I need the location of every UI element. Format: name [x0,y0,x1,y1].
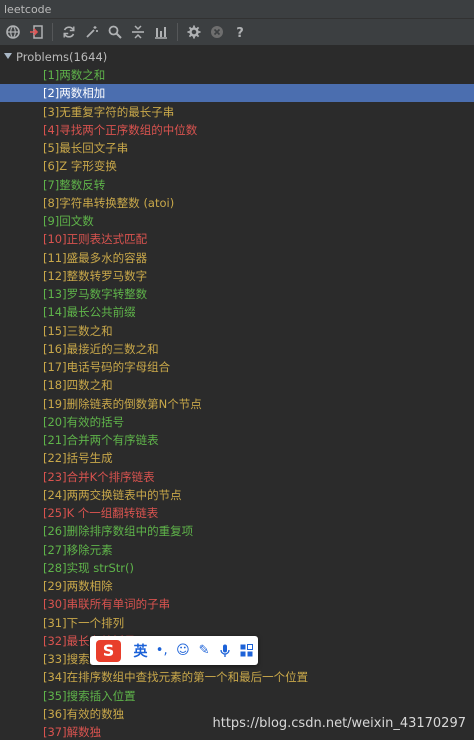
problem-item[interactable]: [27]移除元素 [0,541,474,559]
search-icon[interactable] [104,21,126,43]
problem-item[interactable]: [34]在排序数组中查找元素的第一个和最后一个位置 [0,668,474,686]
collapse-icon[interactable] [127,21,149,43]
problem-item-label: [35]搜索插入位置 [43,688,136,703]
problem-item[interactable]: [24]两两交换链表中的节点 [0,486,474,504]
problem-item[interactable]: [6]Z 字形变换 [0,157,474,175]
svg-text:?: ? [236,26,244,39]
problem-item[interactable]: [11]盛最多水的容器 [0,249,474,267]
problem-item-label: [5]最长回文子串 [43,141,129,155]
problem-item-label: [12]整数转罗马数字 [43,268,148,283]
problem-item[interactable]: [29]两数相除 [0,577,474,595]
pen-icon[interactable]: ✎ [194,641,213,661]
problem-item[interactable]: [20]有效的括号 [0,413,474,431]
problem-item[interactable]: [22]括号生成 [0,449,474,467]
window-title: leetcode [4,3,52,16]
problem-item-label: [17]电话号码的字母组合 [43,360,171,374]
problem-item-label: [21]合并两个有序链表 [43,433,159,447]
problem-item[interactable]: [21]合并两个有序链表 [0,431,474,449]
ime-language-toggle[interactable]: 英 [131,641,150,661]
problem-item[interactable]: [8]字符串转换整数 (atoi) [0,194,474,212]
problem-item-label: [16]最接近的三数之和 [43,341,159,356]
problem-item[interactable]: [1]两数之和 [0,66,474,84]
problem-item[interactable]: [26]删除排序数组中的重复项 [0,522,474,540]
problem-item[interactable]: [35]搜索插入位置 [0,687,474,705]
problem-item[interactable]: [15]三数之和 [0,322,474,340]
problem-item[interactable]: [31]下一个排列 [0,614,474,632]
problem-item-label: [25]K 个一组翻转链表 [43,506,159,520]
microphone-icon[interactable] [216,641,235,661]
problem-item[interactable]: [5]最长回文子串 [0,139,474,157]
refresh-icon[interactable] [58,21,80,43]
ime-toolbar: S 英 •, ☺ ✎ [90,636,258,665]
problem-item-label: [18]四数之和 [43,378,113,393]
toolbar-separator [52,23,53,41]
problem-item-label: [36]有效的数独 [43,706,125,721]
problem-item-label: [20]有效的括号 [43,414,125,429]
problem-item-label: [22]括号生成 [43,451,113,466]
problem-item-label: [37]解数独 [43,725,102,739]
problem-item[interactable]: [18]四数之和 [0,376,474,394]
problem-item[interactable]: [13]罗马数字转整数 [0,285,474,303]
punctuation-icon[interactable]: •, [152,641,171,661]
toolbar-separator [177,23,178,41]
watermark-text: https://blog.csdn.net/weixin_43170297 [212,716,466,731]
problem-item-label: [24]两两交换链表中的节点 [43,487,182,502]
problem-item-label: [29]两数相除 [43,579,113,593]
tree-root-label: Problems(1644) [16,50,108,64]
toolbar: ? [0,19,474,46]
grid-icon[interactable] [237,641,256,661]
close-circle-icon[interactable] [206,21,228,43]
problem-item-label: [7]整数反转 [43,177,106,192]
problem-item-label: [4]寻找两个正序数组的中位数 [43,122,198,137]
problem-item-label: [10]正则表达式匹配 [43,232,148,247]
problem-item-label: [26]删除排序数组中的重复项 [43,524,194,539]
problem-item-label: [28]实现 strStr() [43,560,135,575]
login-icon[interactable] [25,21,47,43]
problem-item[interactable]: [7]整数反转 [0,176,474,194]
gear-icon[interactable] [183,21,205,43]
problem-item-label: [34]在排序数组中查找元素的第一个和最后一个位置 [43,670,309,685]
problem-item-label: [8]字符串转换整数 (atoi) [43,195,175,210]
problem-item[interactable]: [12]整数转罗马数字 [0,267,474,285]
sogou-logo-icon[interactable]: S [96,639,121,662]
problem-item-label: [14]最长公共前缀 [43,305,136,320]
problem-item-label: [6]Z 字形变换 [43,159,117,174]
problem-item[interactable]: [2]两数相加 [0,84,474,103]
tree-root[interactable]: Problems(1644) [0,48,474,66]
problem-item-label: [30]串联所有单词的子串 [43,597,171,612]
chart-icon[interactable] [150,21,172,43]
problem-item[interactable]: [17]电话号码的字母组合 [0,358,474,376]
problem-item[interactable]: [25]K 个一组翻转链表 [0,504,474,522]
problem-item-label: [11]盛最多水的容器 [43,250,148,265]
help-icon[interactable]: ? [229,21,251,43]
problem-item[interactable]: [9]回文数 [0,212,474,230]
problem-item-label: [31]下一个排列 [43,615,125,630]
problem-item-label: [15]三数之和 [43,323,113,338]
problem-item[interactable]: [3]无重复字符的最长子串 [0,103,474,121]
problem-item-label: [13]罗马数字转整数 [43,287,148,301]
globe-icon[interactable] [2,21,24,43]
problem-item[interactable]: [30]串联所有单词的子串 [0,595,474,613]
problem-item-label: [9]回文数 [43,214,94,228]
problem-item-label: [23]合并K个排序链表 [43,469,155,484]
problem-item-label: [19]删除链表的倒数第N个节点 [43,396,202,411]
window-title-bar: leetcode [0,0,474,19]
emoji-icon[interactable]: ☺ [173,641,192,661]
problem-item-label: [27]移除元素 [43,542,113,557]
problem-item[interactable]: [14]最长公共前缀 [0,303,474,321]
problem-item-label: [3]无重复字符的最长子串 [43,104,175,119]
problem-item[interactable]: [10]正则表达式匹配 [0,230,474,248]
problem-item[interactable]: [23]合并K个排序链表 [0,468,474,486]
problem-item[interactable]: [16]最接近的三数之和 [0,340,474,358]
problem-item[interactable]: [28]实现 strStr() [0,559,474,577]
problem-item-label: [2]两数相加 [43,86,106,101]
problem-item-label: [1]两数之和 [43,68,106,82]
problem-item[interactable]: [19]删除链表的倒数第N个节点 [0,395,474,413]
expand-arrow-icon[interactable] [4,53,12,59]
problem-item[interactable]: [4]寻找两个正序数组的中位数 [0,121,474,139]
magic-wand-icon[interactable] [81,21,103,43]
